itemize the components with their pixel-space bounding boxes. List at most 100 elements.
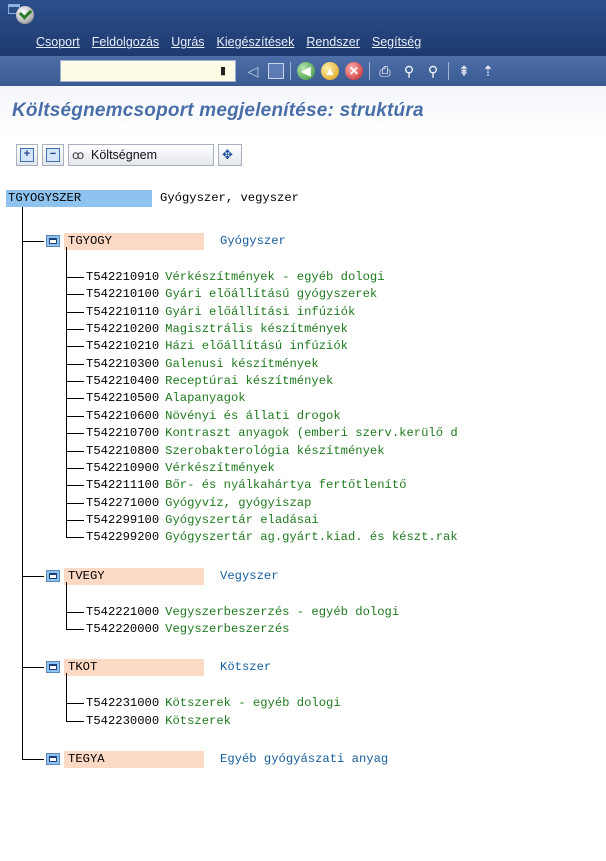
leaf-text: Galenusi készítmények — [165, 356, 319, 371]
cost-element-button[interactable]: ꝏ Költségnem — [68, 144, 214, 166]
leaf-code: T542210400 — [86, 374, 160, 389]
tree-connector — [66, 247, 67, 538]
root-node-code[interactable]: TGYOGYSZER — [6, 190, 152, 207]
tree-connector — [22, 667, 44, 669]
menu-item-feldolgozas[interactable]: Feldolgozás — [92, 34, 159, 54]
find-icon[interactable]: ⚲ — [400, 62, 418, 80]
menu-item-kiegeszitesek[interactable]: Kiegészítések — [217, 34, 295, 54]
hierarchy-tree: TGYOGYSZER Gyógyszer, vegyszer TGYOGY Gyó… — [0, 182, 606, 861]
glasses-icon: ꝏ — [72, 148, 85, 162]
leaf-code: T542210900 — [86, 460, 160, 475]
leaf-code: T542231000 — [86, 696, 160, 711]
tree-connector — [22, 207, 23, 759]
back-icon[interactable]: ◀ — [297, 62, 315, 80]
tree-connector — [22, 241, 44, 242]
back-nav-icon[interactable]: ◁ — [244, 62, 262, 80]
tree-connector — [66, 450, 84, 452]
first-page-icon[interactable]: ⇞ — [455, 62, 473, 80]
group-node-code[interactable]: TVEGY — [64, 567, 204, 585]
leaf-text: Bőr- és nyálkahártya fertőtlenítő — [165, 478, 407, 493]
reposition-button[interactable]: ✥ — [218, 144, 242, 166]
tree-leaf-item[interactable]: T542210200 Magisztrális készítmények — [86, 321, 348, 338]
leaf-text: Vérkészítmények — [165, 460, 275, 475]
exit-icon[interactable]: ▲ — [321, 62, 339, 80]
tree-connector — [66, 294, 84, 296]
history-icon[interactable]: ▮ — [218, 64, 228, 78]
menu-item-segitseg[interactable]: Segítség — [372, 34, 421, 54]
tree-connector — [66, 720, 84, 722]
tree-leaf-item[interactable]: T542210100 Gyári előállítású gyógyszerek — [86, 286, 377, 303]
tree-leaf-item[interactable]: T542210400 Receptúrai készítmények — [86, 373, 333, 390]
tree-leaf-item[interactable]: T542271000 Gyógyvíz, gyógyiszap — [86, 495, 311, 512]
toolbar-icons: ◁ ◀ ▲ ✕ ⎙ ⚲ ⚲ ⇞ ⇡ — [244, 58, 497, 84]
previous-page-icon[interactable]: ⇡ — [479, 62, 497, 80]
tree-connector — [66, 673, 67, 721]
root-node-text: Gyógyszer, vegyszer — [160, 191, 299, 205]
tree-leaf-item[interactable]: T542210500 Alapanyagok — [86, 390, 246, 407]
tree-leaf-item[interactable]: T542210910 Vérkészítmények - egyéb dologi — [86, 269, 385, 286]
leaf-text: Kötszerek - egyéb dologi — [165, 696, 341, 711]
folder-node-icon[interactable] — [46, 661, 60, 674]
leaf-code: T542210300 — [86, 356, 160, 371]
tree-leaf-item[interactable]: T542210210 Házi előállítású infúziók — [86, 338, 348, 355]
tree-leaf-item[interactable]: T542220000 Vegyszerbeszerzés — [86, 621, 289, 638]
enter-icon[interactable] — [16, 6, 34, 24]
expand-all-button[interactable]: + — [16, 144, 38, 166]
toolbar-separator — [290, 62, 291, 80]
group-node-code[interactable]: TGYOGY — [64, 233, 204, 250]
leaf-text: Gyógyszertár eladásai — [165, 512, 319, 527]
tree-leaf-item[interactable]: T542299100 Gyógyszertár eladásai — [86, 512, 319, 529]
print-icon[interactable]: ⎙ — [376, 62, 394, 80]
tree-connector — [22, 759, 44, 760]
toolbar-separator — [448, 62, 449, 80]
cancel-icon[interactable]: ✕ — [345, 62, 363, 80]
group-node-text: Kötszer — [220, 660, 272, 675]
leaf-text: Vérkészítmények - egyéb dologi — [165, 270, 385, 284]
tree-connector — [66, 329, 84, 331]
tree-leaf-item[interactable]: T542210800 Szerobakterológia készítmények — [86, 443, 385, 460]
command-field[interactable] — [60, 60, 236, 82]
tree-leaf-item[interactable]: T542299200 Gyógyszertár ag.gyárt.kiad. és… — [86, 529, 458, 546]
folder-node-icon[interactable] — [46, 753, 60, 765]
tree-leaf-item[interactable]: T542210300 Galenusi készítmények — [86, 356, 319, 373]
leaf-text: Gyógyszertár ag.gyárt.kiad. és készt.rak — [165, 530, 458, 545]
tree-leaf-item[interactable]: T542211100 Bőr- és nyálkahártya fertőtlen… — [86, 477, 407, 494]
leaf-code: T542210200 — [86, 322, 160, 337]
tree-connector — [66, 703, 84, 705]
menu-item-csoport[interactable]: Csoport — [36, 34, 80, 54]
tree-leaf-item[interactable]: T542231000 Kötszerek - egyéb dologi — [86, 695, 341, 712]
folder-node-icon[interactable] — [46, 235, 60, 247]
tree-leaf-item[interactable]: T542210110 Gyári előállítási infúziók — [86, 304, 355, 321]
tree-connector — [66, 381, 84, 383]
leaf-code: T542211100 — [86, 478, 160, 493]
save-icon[interactable] — [268, 63, 284, 79]
leaf-text: Gyári előállítású gyógyszerek — [165, 287, 378, 302]
menu-item-ugras[interactable]: Ugrás — [171, 34, 204, 54]
leaf-code: T542299200 — [86, 530, 160, 545]
leaf-text: Növényi és állati drogok — [165, 408, 341, 423]
tree-leaf-item[interactable]: T542221000 Vegyszerbeszerzés - egyéb dolo… — [86, 604, 399, 621]
tree-connector — [66, 519, 84, 521]
leaf-code: T542210700 — [86, 426, 160, 441]
tree-leaf-item[interactable]: T542210700 Kontraszt anyagok (emberi szer… — [86, 425, 458, 442]
collapse-all-button[interactable]: − — [42, 144, 64, 166]
tree-leaf-item[interactable]: T542210900 Vérkészítmények — [86, 460, 275, 477]
leaf-code: T542299100 — [86, 512, 160, 527]
group-node-code[interactable]: TKOT — [64, 659, 204, 677]
folder-node-icon[interactable] — [46, 569, 60, 582]
tree-connector — [66, 311, 84, 313]
find-next-icon[interactable]: ⚲ — [424, 62, 442, 80]
leaf-code: T542210910 — [86, 270, 160, 284]
tree-connector — [22, 575, 44, 577]
tree-leaf-item[interactable]: T542210600 Növényi és állati drogok — [86, 408, 341, 425]
tree-connector — [66, 398, 84, 400]
menu-item-rendszer[interactable]: Rendszer — [306, 34, 360, 54]
move-icon: ✥ — [222, 147, 233, 162]
tree-leaf-item[interactable]: T542230000 Kötszerek — [86, 713, 231, 730]
group-node-code[interactable]: TEGYA — [64, 751, 204, 768]
leaf-code: T542271000 — [86, 495, 160, 510]
collapse-icon: − — [46, 148, 60, 162]
page-title: Költségnemcsoport megjelenítése: struktú… — [12, 100, 424, 121]
leaf-text: Szerobakterológia készítmények — [165, 443, 385, 458]
group-node-text: Egyéb gyógyászati anyag — [220, 752, 389, 766]
